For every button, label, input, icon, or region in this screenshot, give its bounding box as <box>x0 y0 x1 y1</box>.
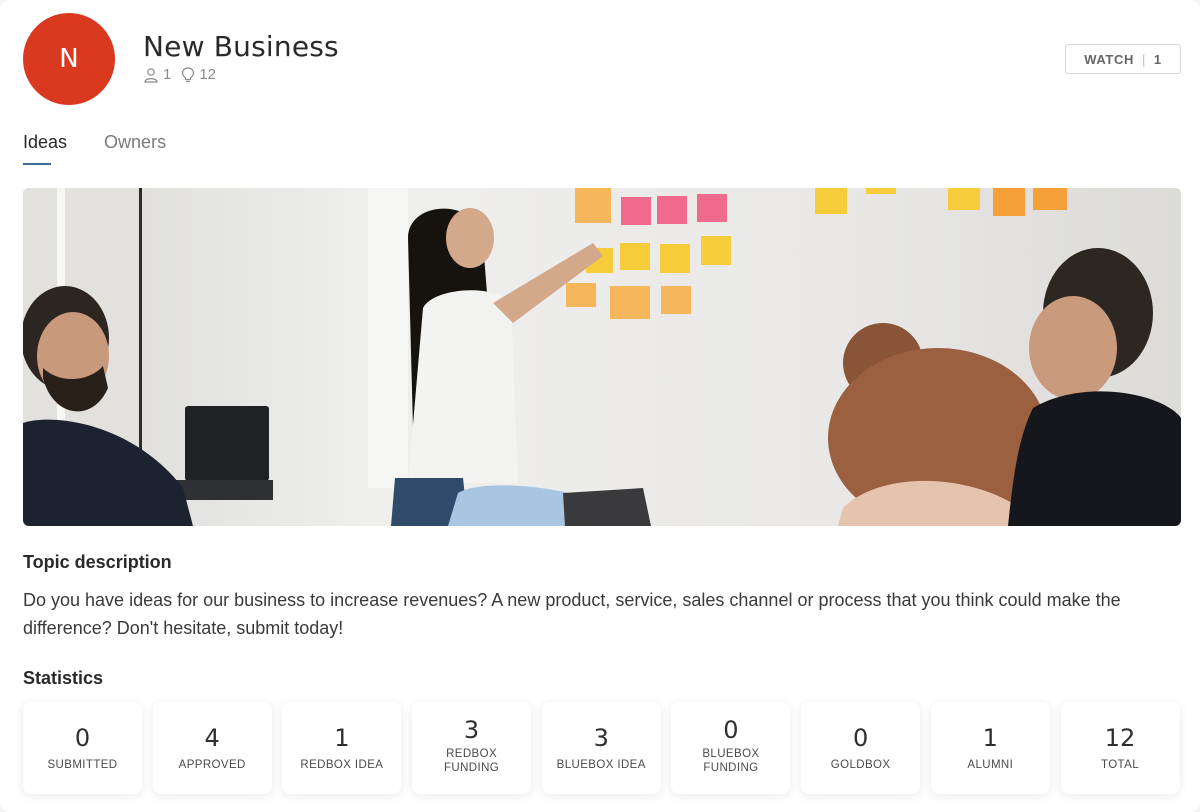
stat-label: REDBOX IDEA <box>300 759 384 771</box>
stat-value: 0 <box>74 724 91 752</box>
topic-meta: 1 12 <box>143 66 226 83</box>
topic-card: N New Business 1 12 WATCH | 1 Ideas Owne… <box>0 0 1200 812</box>
statistics-heading: Statistics <box>23 668 104 688</box>
meeting-photo <box>23 188 1181 526</box>
stat-label: GOLDBOX <box>830 759 891 771</box>
stat-total[interactable]: 12 TOTAL <box>1060 702 1180 794</box>
stat-label: REDBOX FUNDING <box>443 747 500 774</box>
lightbulb-icon <box>182 66 195 82</box>
stat-label: ALUMNI <box>967 759 1014 771</box>
stat-value: 1 <box>982 724 998 752</box>
watch-label: WATCH <box>1084 51 1134 67</box>
avatar-letter: N <box>59 44 79 74</box>
stat-value: 0 <box>852 724 869 752</box>
watch-button[interactable]: WATCH | 1 <box>1065 44 1181 74</box>
owners-count-value: 1 <box>163 66 172 83</box>
stat-label: APPROVED <box>178 759 246 771</box>
watch-count: 1 <box>1153 51 1162 67</box>
topic-cover-image <box>23 188 1181 526</box>
stat-value: 1 <box>334 724 350 752</box>
stat-goldbox[interactable]: 0 GOLDBOX <box>801 702 921 794</box>
stat-label: BLUEBOX FUNDING <box>702 747 760 774</box>
tab-ideas[interactable]: Ideas <box>23 132 67 165</box>
stat-value: 0 <box>723 715 739 744</box>
statistics-row: 0 SUBMITTED 4 APPROVED 1 REDBOX IDEA 3 R… <box>23 702 1180 794</box>
stat-label: SUBMITTED <box>47 759 118 771</box>
watch-separator: | <box>1141 51 1146 67</box>
stat-submitted[interactable]: 0 SUBMITTED <box>23 702 142 794</box>
tab-owners[interactable]: Owners <box>104 132 166 165</box>
topic-description-heading: Topic description <box>23 552 172 572</box>
topic-avatar: N <box>23 13 115 105</box>
stat-value: 3 <box>593 724 609 752</box>
stat-approved[interactable]: 4 APPROVED <box>152 702 272 794</box>
ideas-count-value: 12 <box>199 66 217 83</box>
stat-bluebox-idea[interactable]: 3 BLUEBOX IDEA <box>541 702 661 794</box>
stat-redbox-idea[interactable]: 1 REDBOX IDEA <box>282 702 402 794</box>
stat-value: 4 <box>204 724 220 752</box>
stat-label: BLUEBOX IDEA <box>556 759 646 771</box>
stat-value: 3 <box>463 715 480 744</box>
stat-bluebox-funding[interactable]: 0 BLUEBOX FUNDING <box>671 702 791 794</box>
ideas-count: 12 <box>181 66 216 83</box>
tab-bar: Ideas Owners <box>23 132 203 165</box>
topic-description-text: Do you have ideas for our business to in… <box>23 590 1121 638</box>
stat-alumni[interactable]: 1 ALUMNI <box>930 702 1050 794</box>
page-title: New Business <box>143 30 339 63</box>
stat-label: TOTAL <box>1101 759 1139 771</box>
person-icon <box>144 67 158 83</box>
stat-redbox-funding[interactable]: 3 REDBOX FUNDING <box>412 702 532 794</box>
owners-count: 1 <box>143 66 171 83</box>
stat-value: 12 <box>1104 724 1136 752</box>
